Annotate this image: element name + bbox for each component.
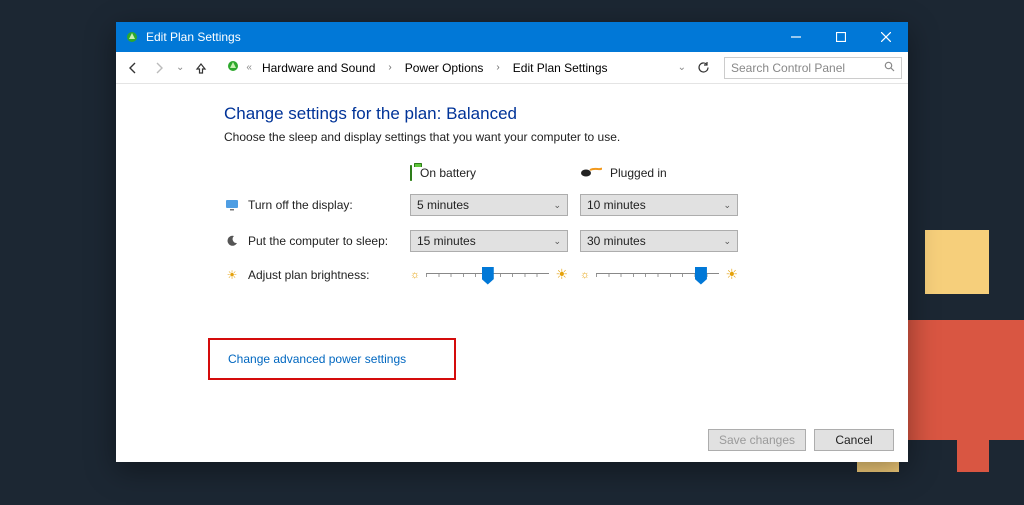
up-button[interactable] <box>190 57 212 79</box>
page-heading: Change settings for the plan: Balanced <box>224 104 884 124</box>
column-header-battery: On battery <box>410 166 568 180</box>
search-box[interactable] <box>724 57 902 79</box>
window-title: Edit Plan Settings <box>146 30 241 44</box>
window: Edit Plan Settings ⌄ « Hardware and Soun… <box>116 22 908 462</box>
titlebar[interactable]: Edit Plan Settings <box>116 22 908 52</box>
breadcrumb-item[interactable]: Power Options <box>401 59 488 77</box>
chevron-down-icon: ⌄ <box>723 200 731 211</box>
address-dropdown[interactable]: ⌄ <box>676 62 688 73</box>
close-button[interactable] <box>863 22 908 52</box>
breadcrumb-item[interactable]: Hardware and Sound <box>258 59 379 77</box>
content-area: Change settings for the plan: Balanced C… <box>116 84 908 418</box>
sun-large-icon: ☀ <box>555 266 568 283</box>
cancel-button[interactable]: Cancel <box>814 429 894 451</box>
row-brightness: ☀ Adjust plan brightness: <box>224 267 398 283</box>
chevron-down-icon: ⌄ <box>553 200 561 211</box>
advanced-settings-link[interactable]: Change advanced power settings <box>228 352 406 366</box>
sleep-plugged-select[interactable]: 30 minutes ⌄ <box>580 230 738 252</box>
battery-icon <box>410 166 412 180</box>
settings-grid: On battery Plugged in Turn off the displ… <box>224 166 884 283</box>
nav-toolbar: ⌄ « Hardware and Sound › Power Options ›… <box>116 52 908 84</box>
decoration <box>957 440 989 472</box>
plug-icon <box>580 167 602 179</box>
search-icon <box>884 61 895 75</box>
maximize-button[interactable] <box>818 22 863 52</box>
refresh-button[interactable] <box>692 57 714 79</box>
app-icon <box>124 29 140 45</box>
minimize-button[interactable] <box>773 22 818 52</box>
recent-locations-button[interactable]: ⌄ <box>174 62 186 73</box>
sleep-icon <box>224 233 240 249</box>
breadcrumb-item[interactable]: Edit Plan Settings <box>509 59 612 77</box>
brightness-battery-slider[interactable]: ☼ ☀ <box>410 266 568 283</box>
brightness-plugged-slider[interactable]: ☼ ☀ <box>580 266 738 283</box>
display-battery-select[interactable]: 5 minutes ⌄ <box>410 194 568 216</box>
search-input[interactable] <box>731 61 895 75</box>
page-subheading: Choose the sleep and display settings th… <box>224 130 884 144</box>
display-icon <box>224 197 240 213</box>
chevron-right-icon: › <box>383 62 396 73</box>
forward-button[interactable] <box>148 57 170 79</box>
row-sleep: Put the computer to sleep: <box>224 233 398 249</box>
chevron-down-icon: ⌄ <box>553 236 561 247</box>
chevron-right-icon: › <box>491 62 504 73</box>
save-button[interactable]: Save changes <box>708 429 806 451</box>
decoration <box>904 320 1024 440</box>
chevron-down-icon: ⌄ <box>723 236 731 247</box>
row-display: Turn off the display: <box>224 197 398 213</box>
column-header-plugged: Plugged in <box>580 166 738 180</box>
back-button[interactable] <box>122 57 144 79</box>
display-plugged-select[interactable]: 10 minutes ⌄ <box>580 194 738 216</box>
decoration <box>925 230 989 294</box>
sun-small-icon: ☼ <box>580 269 590 281</box>
location-icon <box>226 59 240 76</box>
highlight-annotation: Change advanced power settings <box>208 338 456 380</box>
sun-small-icon: ☼ <box>410 269 420 281</box>
sun-large-icon: ☀ <box>725 266 738 283</box>
brightness-icon: ☀ <box>224 267 240 283</box>
breadcrumb-overflow[interactable]: « <box>244 62 254 73</box>
sleep-battery-select[interactable]: 15 minutes ⌄ <box>410 230 568 252</box>
dialog-footer: Save changes Cancel <box>116 418 908 462</box>
